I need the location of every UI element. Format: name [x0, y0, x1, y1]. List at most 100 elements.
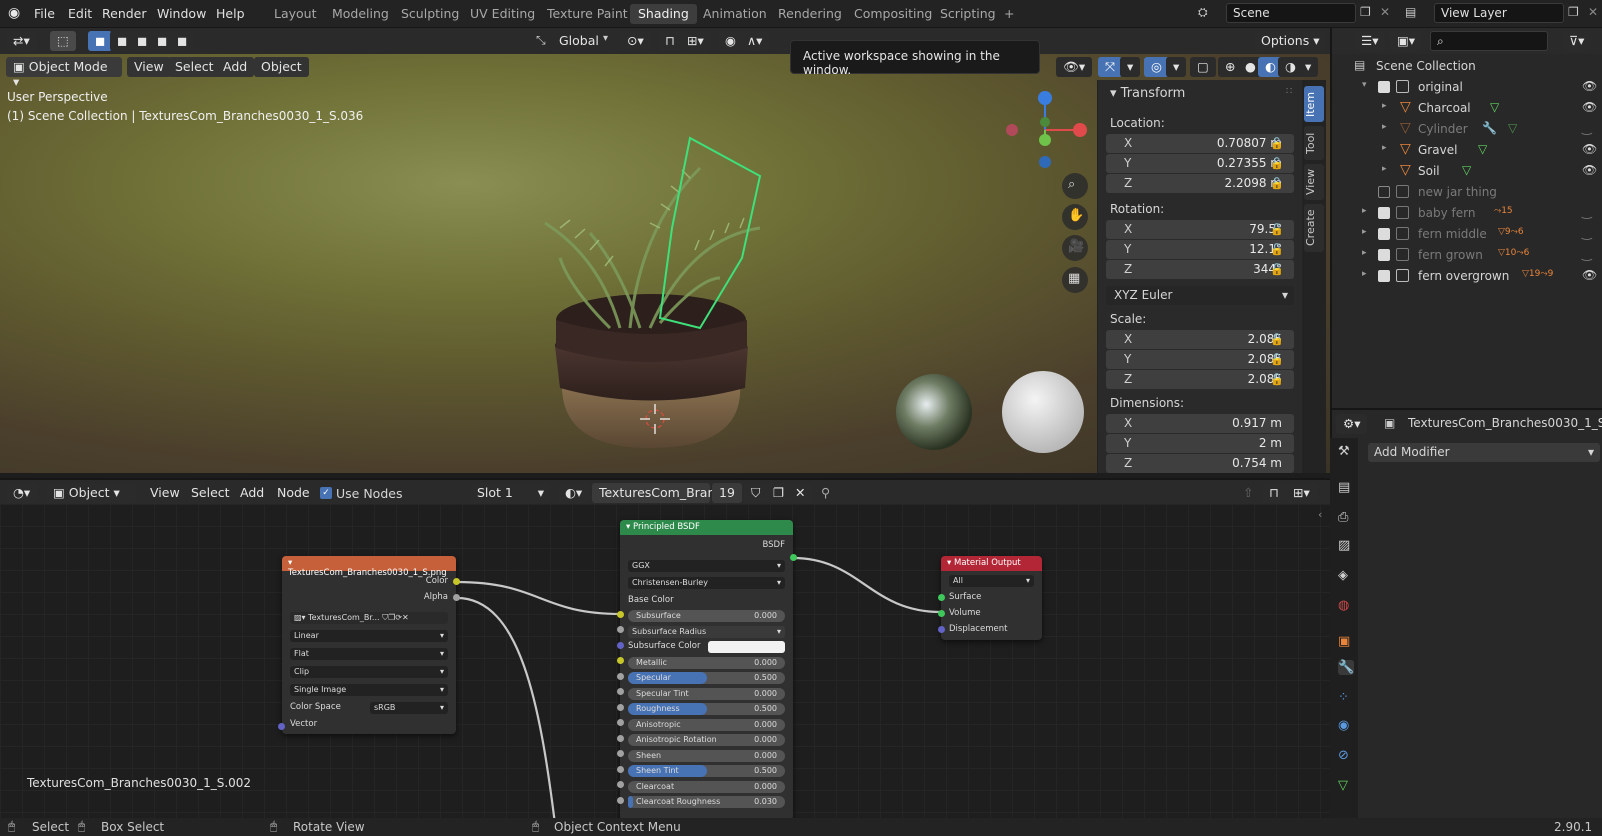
rotation-y-field[interactable]: Y 12.1° [1106, 240, 1294, 259]
physics-tab-icon[interactable]: ◉ [1338, 718, 1349, 733]
use-nodes-checkbox[interactable]: ✓ [320, 487, 332, 499]
rotation-z-field[interactable]: Z 344° [1106, 260, 1294, 279]
principled-bsdf-node[interactable]: ▾ Principled BSDF BSDF GGX ▾ Christensen-… [620, 520, 793, 818]
rotation-mode-dropdown[interactable]: XYZ Euler ▾ [1106, 286, 1294, 305]
snap-target-icon[interactable]: ⊞▾ [680, 31, 711, 51]
snap-icon[interactable]: ⊓ [658, 31, 682, 51]
subsurface-color-swatch[interactable] [708, 641, 785, 653]
scale-y-field[interactable]: Y 2.085 [1106, 350, 1294, 369]
location-x-field[interactable]: X 0.70807 m [1106, 134, 1294, 153]
socket-specular-tint-input[interactable] [617, 704, 624, 711]
checkbox[interactable] [1378, 249, 1390, 261]
menu-file[interactable]: File [34, 6, 55, 21]
tab-scripting[interactable]: Scripting [932, 4, 1004, 24]
specular-tint-slider[interactable]: Specular Tint 0.000 [628, 688, 785, 700]
outliner-item-original[interactable]: ▾ original 👁 [1332, 77, 1602, 98]
expand-icon[interactable]: ▾ [1362, 80, 1367, 90]
tab-tool[interactable]: Tool [1304, 126, 1324, 160]
fake-user-shield-icon[interactable]: ⛉ [744, 483, 768, 503]
material-browse-icon[interactable]: ◐▾ [558, 483, 590, 503]
tab-modeling[interactable]: Modeling [324, 4, 397, 24]
lock-location-y-icon[interactable]: 🔓 [1270, 157, 1284, 170]
tool-tab-icon[interactable]: ⚒ [1338, 444, 1350, 459]
socket-volume-input[interactable] [938, 610, 945, 617]
new-view-layer-icon[interactable]: ❐ [1568, 5, 1579, 19]
output-tab-icon[interactable]: ⎙ [1338, 510, 1348, 525]
add-modifier-dropdown[interactable]: Add Modifier ▾ [1368, 443, 1600, 462]
tab-view[interactable]: View [1304, 164, 1324, 200]
overlay-dropdown-icon[interactable]: ▾ [1166, 57, 1187, 77]
object-tab-icon[interactable]: ▣ [1338, 634, 1350, 649]
scale-x-field[interactable]: X 2.085 [1106, 330, 1294, 349]
sidebar-toggle-icon[interactable]: ‹ [1318, 508, 1322, 521]
editor-type-icon[interactable]: ⇄▾ [6, 31, 37, 51]
menu-add[interactable]: Add [216, 57, 255, 77]
ortho-grid-icon[interactable]: ▦ [1068, 271, 1080, 286]
transform-header[interactable]: ▾ Transform [1110, 86, 1185, 101]
socket-roughness-input[interactable] [617, 719, 624, 726]
shading-dropdown-icon[interactable]: ▾ [1298, 57, 1319, 77]
specular-slider[interactable]: Specular 0.500 [628, 672, 785, 684]
tab-texture-paint[interactable]: Texture Paint [539, 4, 636, 24]
tab-rendering[interactable]: Rendering [770, 4, 850, 24]
eye-icon[interactable]: 👁 [1582, 268, 1597, 282]
outliner-item-soil[interactable]: ▸ ▽ Soil ▽ 👁 [1332, 161, 1602, 182]
pan-hand-icon[interactable]: ✋ [1068, 208, 1084, 223]
socket-alpha-output[interactable] [453, 594, 460, 601]
display-mode-icon[interactable]: ▣▾ [1390, 31, 1423, 51]
interpolation-dropdown[interactable]: Linear ▾ [290, 630, 448, 642]
tab-layout[interactable]: Layout [266, 4, 325, 24]
eye-icon[interactable]: 👁 [1582, 142, 1597, 156]
editor-type-icon[interactable]: ⚙▾ [1336, 414, 1368, 434]
view-layer-selector[interactable]: View Layer [1434, 3, 1564, 23]
distribution-dropdown[interactable]: GGX ▾ [628, 560, 785, 572]
socket-subsurface-radius-input[interactable] [617, 642, 624, 649]
select-mode-intersect-icon[interactable]: ◼ [170, 31, 195, 51]
new-scene-icon[interactable]: ❐ [1360, 5, 1371, 19]
outliner-root[interactable]: ▤ Scene Collection [1332, 56, 1602, 77]
pin-icon[interactable]: ⚲ [814, 483, 837, 503]
socket-subsurface-input[interactable] [617, 626, 624, 633]
socket-clearcoat-input[interactable] [617, 797, 624, 804]
unlink-material-icon[interactable]: ✕ [788, 483, 813, 503]
eye-icon[interactable]: 👁 [1582, 79, 1597, 93]
select-tool-icon[interactable]: ⬚ [50, 31, 76, 51]
mode-dropdown[interactable]: ▣ Object Mode ▾ [6, 57, 122, 89]
roughness-slider[interactable]: Roughness 0.500 [628, 703, 785, 715]
location-y-field[interactable]: Y 0.27355 m [1106, 154, 1294, 173]
editor-type-icon[interactable]: ☰▾ [1354, 31, 1386, 51]
checkbox[interactable] [1378, 207, 1390, 219]
eye-closed-icon[interactable]: ‿ [1582, 121, 1592, 135]
expand-icon[interactable]: ▸ [1362, 269, 1367, 279]
shader-type-dropdown[interactable]: ▣ Object ▾ [46, 483, 136, 503]
expand-icon[interactable]: ▸ [1382, 122, 1387, 132]
delete-view-layer-icon[interactable]: ✕ [1588, 5, 1598, 19]
checkbox[interactable] [1378, 270, 1390, 282]
transform-orientation-dropdown[interactable]: Global [552, 31, 606, 51]
scene-tab-icon[interactable]: ◈ [1338, 568, 1348, 583]
socket-vector-input[interactable] [278, 723, 285, 730]
socket-anisotropic-rotation-input[interactable] [617, 750, 624, 757]
particles-tab-icon[interactable]: ⁘ [1338, 690, 1349, 705]
tab-shading[interactable]: Shading [630, 4, 697, 24]
expand-icon[interactable]: ▸ [1362, 227, 1367, 237]
pivot-point-icon[interactable]: ⊙▾ [620, 31, 651, 51]
outliner-item-fern-grown[interactable]: ▸ fern grown ▽10⤳6 ‿ [1332, 245, 1602, 266]
socket-displacement-input[interactable] [938, 626, 945, 633]
eye-closed-icon[interactable]: ‿ [1582, 247, 1592, 261]
constraints-tab-icon[interactable]: ⊘ [1338, 748, 1349, 763]
slot-dropdown[interactable]: Slot 1 ▾ [470, 483, 550, 503]
render-tab-icon[interactable]: ▤ [1338, 480, 1350, 495]
add-workspace-icon[interactable]: + [996, 4, 1022, 24]
rotation-x-field[interactable]: X 79.5° [1106, 220, 1294, 239]
source-dropdown[interactable]: Single Image ▾ [290, 684, 448, 696]
lock-rotation-x-icon[interactable]: 🔓 [1270, 223, 1284, 236]
clearcoat-slider[interactable]: Clearcoat 0.000 [628, 781, 785, 793]
socket-anisotropic-input[interactable] [617, 735, 624, 742]
location-z-field[interactable]: Z 2.2098 m [1106, 174, 1294, 193]
modifier-tab-icon[interactable]: 🔧 [1338, 660, 1355, 675]
outliner-search-input[interactable]: ⌕ [1430, 31, 1548, 51]
node-canvas[interactable]: ▾ TexturesCom_Branches0030_1_S.png Color… [0, 504, 1330, 818]
outliner-item-fern-overgrown[interactable]: ▸ fern overgrown ▽19⤳9 👁 [1332, 266, 1602, 287]
socket-subsurface-color-input[interactable] [617, 657, 624, 664]
